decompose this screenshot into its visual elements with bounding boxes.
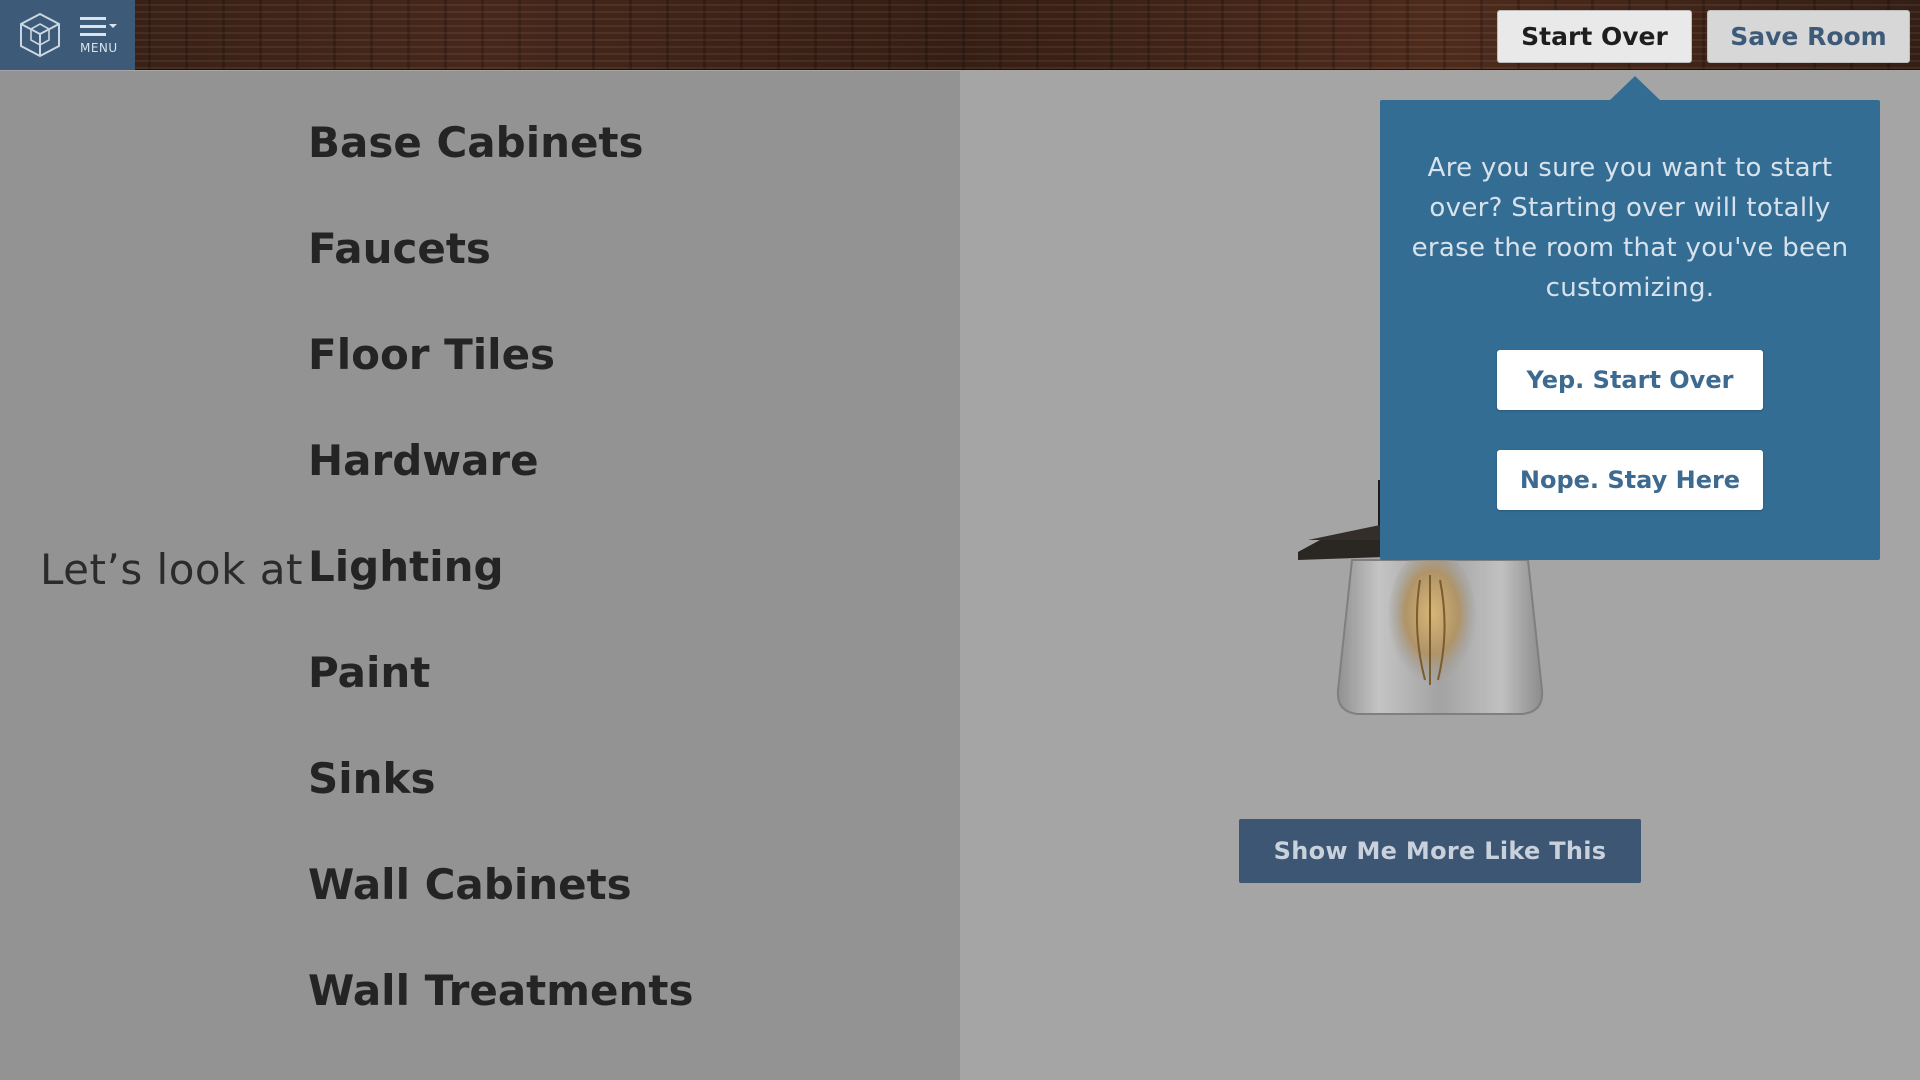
start-over-confirm-dialog: Are you sure you want to start over? Sta… — [1380, 100, 1880, 560]
category-paint[interactable]: Paint — [308, 648, 430, 697]
category-base-cabinets[interactable]: Base Cabinets — [308, 118, 644, 167]
category-sinks[interactable]: Sinks — [308, 754, 435, 803]
dialog-message: Are you sure you want to start over? Sta… — [1411, 153, 1849, 303]
confirm-start-over-button[interactable]: Yep. Start Over — [1497, 350, 1763, 410]
category-floor-tiles[interactable]: Floor Tiles — [308, 330, 555, 379]
save-room-button[interactable]: Save Room — [1707, 10, 1910, 63]
cube-logo-icon — [20, 12, 60, 58]
show-more-like-this-button[interactable]: Show Me More Like This — [1239, 819, 1641, 883]
menu-label: MENU — [80, 41, 118, 55]
popover-arrow — [1609, 76, 1661, 101]
category-hardware[interactable]: Hardware — [308, 436, 539, 485]
category-prompt: Let’s look at — [40, 545, 303, 594]
cancel-stay-here-button[interactable]: Nope. Stay Here — [1497, 450, 1763, 510]
menu-button[interactable]: MENU — [0, 0, 135, 70]
hamburger-menu-icon — [80, 17, 117, 36]
start-over-button[interactable]: Start Over — [1497, 10, 1692, 63]
top-bar: MENU Start Over Save Room — [0, 0, 1920, 70]
category-wall-treatments[interactable]: Wall Treatments — [308, 966, 693, 1015]
category-faucets[interactable]: Faucets — [308, 224, 491, 273]
category-lighting[interactable]: Lighting — [308, 542, 504, 591]
category-wall-cabinets[interactable]: Wall Cabinets — [308, 860, 632, 909]
